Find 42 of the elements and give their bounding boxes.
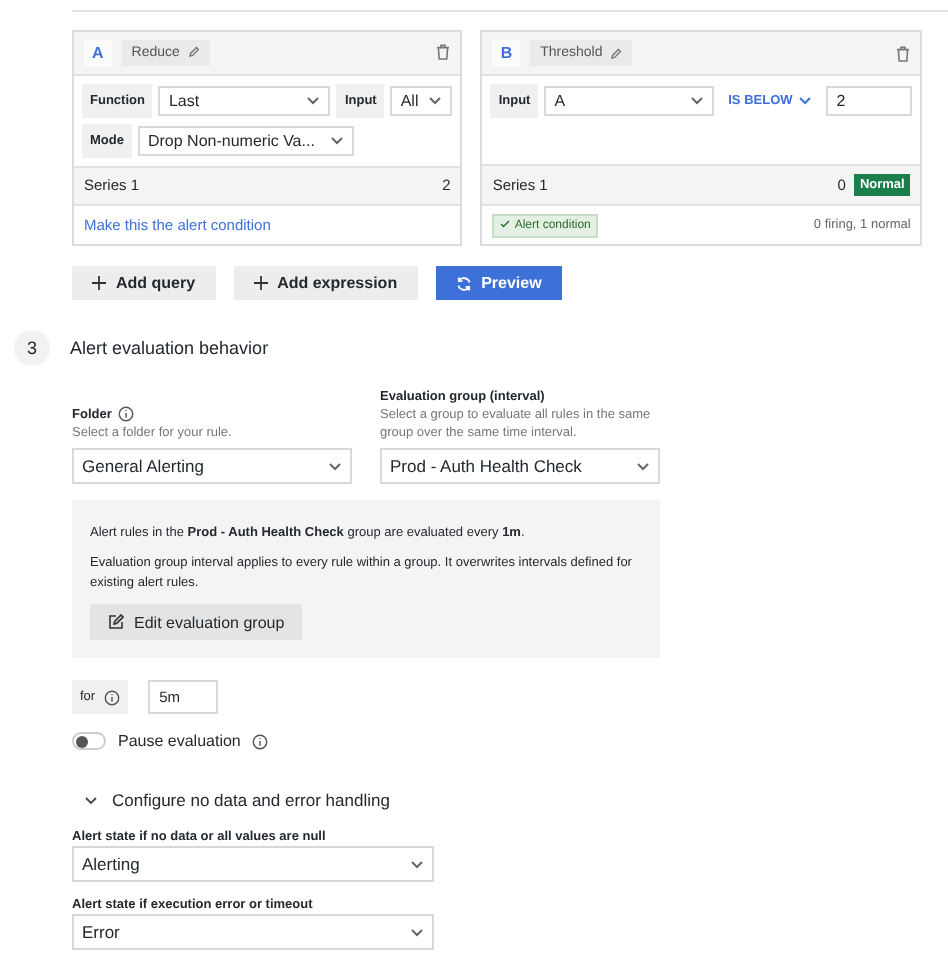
select-field[interactable]: Alerting [72,846,434,882]
info-icon [117,406,134,422]
edit-group-button[interactable]: Edit evaluation group [90,604,303,640]
add-button[interactable]: Add query [72,266,216,300]
chevron-down-icon [636,461,650,471]
refresh-icon [455,275,472,291]
select-field[interactable]: Drop Non-numeric Va... [137,125,354,156]
chevron-down-icon [798,96,813,106]
section-title: Alert evaluation behavior [70,338,269,358]
pencil-icon [187,46,200,59]
chevron-down-icon [410,927,424,937]
query-letter: B [492,40,521,66]
chevron-down-icon [306,95,321,106]
chevron-down-icon [329,135,344,146]
select-field[interactable]: Error [72,914,434,950]
input-field[interactable]: 2 [826,86,913,116]
trash-icon[interactable] [436,44,451,61]
plus-icon [92,276,106,290]
select-field[interactable]: Last [158,85,331,116]
chevron-down-icon [328,461,342,471]
step-number: 3 [14,330,50,366]
chevron-down-icon [690,96,705,106]
chevron-down-icon [428,95,443,106]
section-toggle[interactable]: Configure no data and error handling [84,790,390,810]
select-field[interactable]: All [390,85,453,116]
trash-icon[interactable] [896,45,911,61]
plus-icon [253,276,268,290]
select-field[interactable]: A [544,86,715,116]
select-field[interactable]: Prod - Auth Health Check [380,448,660,484]
info-icon [252,733,269,749]
select-field[interactable]: General Alerting [72,448,352,484]
chevron-down-icon [410,859,424,869]
info-icon [103,689,120,705]
toggle-label: Pause evaluation [118,732,241,750]
add-button[interactable]: Add expression [233,266,418,300]
check-icon [500,219,511,227]
query-letter: A [84,39,112,66]
edit-icon [108,614,124,630]
toggle-switch[interactable] [72,732,106,750]
chevron-down-icon [84,795,98,805]
preview-button[interactable]: Preview [435,266,562,300]
pencil-icon [610,47,623,59]
